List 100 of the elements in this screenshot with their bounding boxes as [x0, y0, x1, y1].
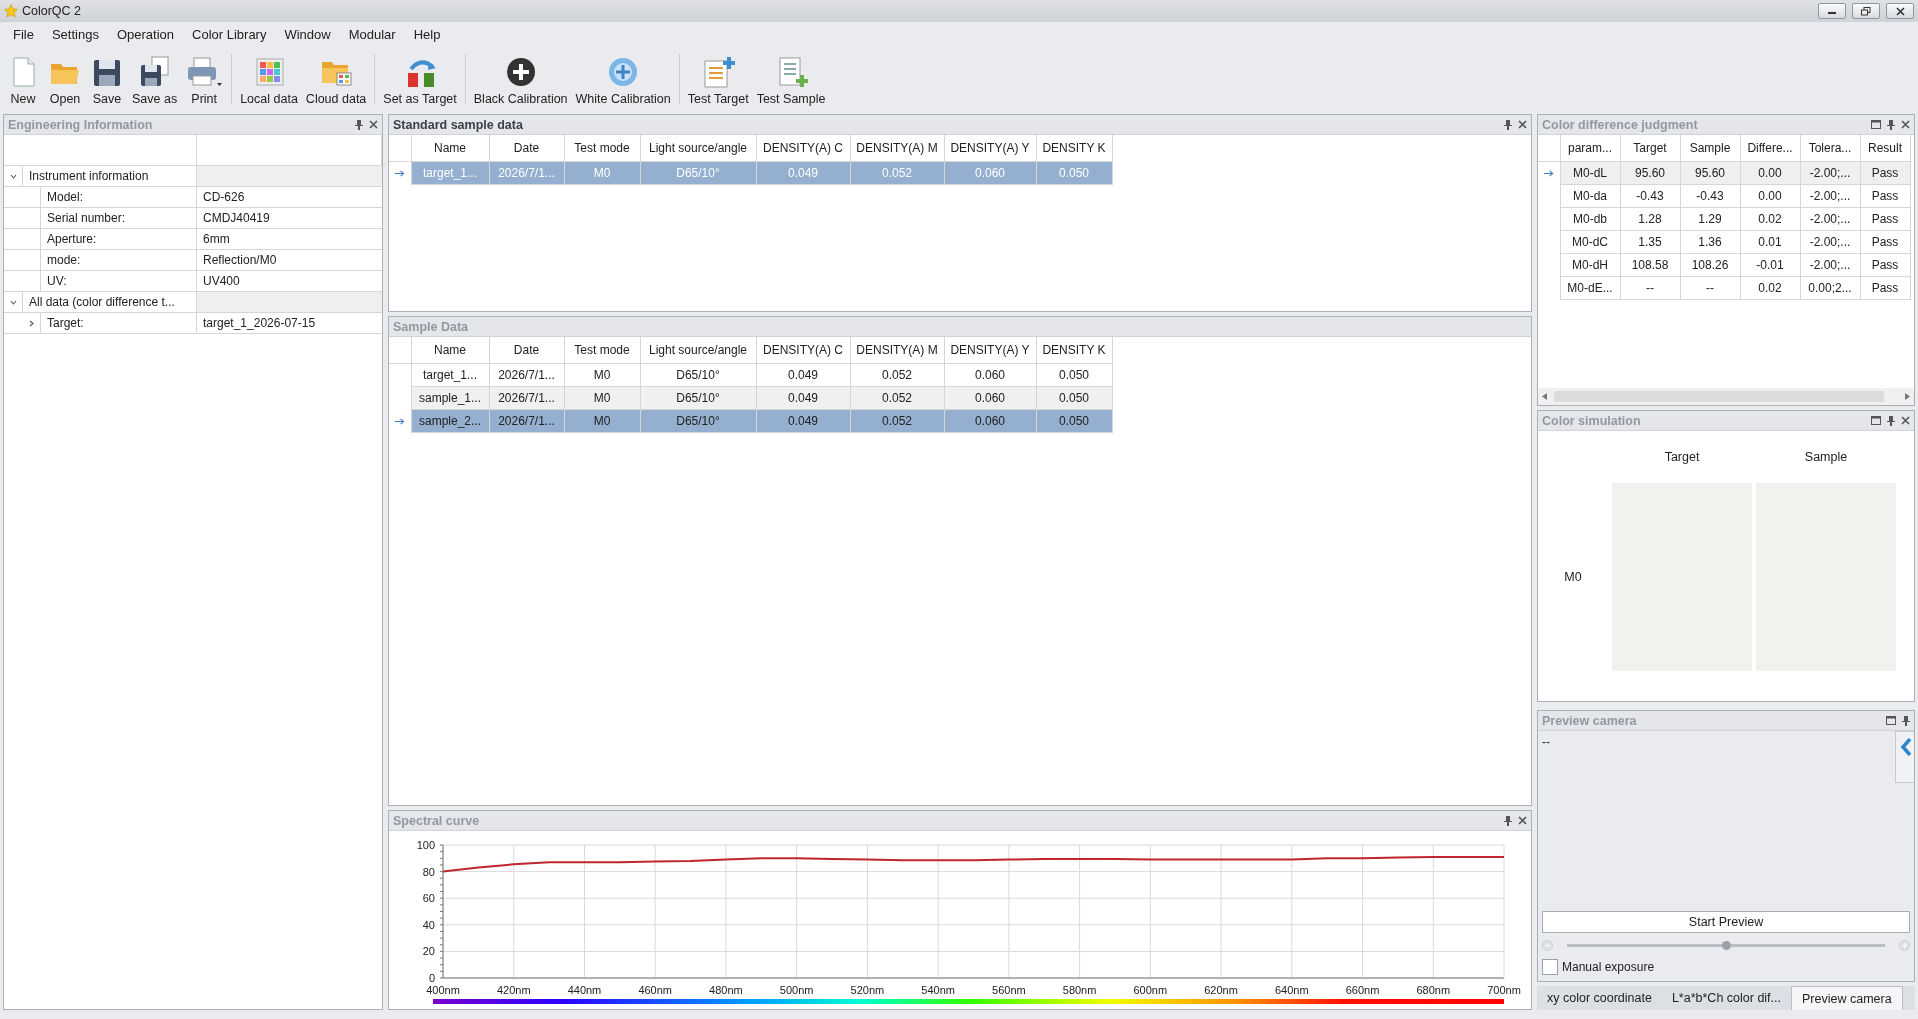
toolbar-button[interactable]: New [2, 46, 44, 112]
column-header[interactable]: Test mode [564, 135, 640, 162]
close-icon[interactable] [1901, 416, 1910, 425]
menu-item[interactable]: Window [275, 26, 340, 42]
scroll-right-icon[interactable] [1905, 393, 1910, 400]
pin-icon[interactable] [1504, 815, 1512, 826]
column-header[interactable]: DENSITY(A) C [756, 135, 850, 162]
column-header[interactable]: Date [489, 337, 564, 364]
tree-label[interactable]: mode: [40, 250, 196, 270]
checkbox[interactable] [1542, 959, 1558, 975]
row-label: M0 [1563, 569, 1583, 586]
column-header[interactable]: DENSITY(A) C [756, 337, 850, 364]
column-header[interactable]: DENSITY K [1036, 337, 1112, 364]
column-header[interactable]: Tolera... [1800, 135, 1860, 162]
toolbar-button[interactable]: Cloud data [301, 46, 371, 112]
table-cell: -0.01 [1740, 253, 1800, 277]
toolbar-button[interactable]: Test Sample [752, 46, 830, 112]
maximize-icon[interactable] [1886, 716, 1896, 725]
camera-status: -- [1542, 735, 1550, 749]
column-header[interactable]: Differe... [1740, 135, 1800, 162]
column-header[interactable]: Sample [1680, 135, 1740, 162]
pin-icon[interactable] [1902, 715, 1910, 726]
axis-label: 620nm [1204, 984, 1238, 996]
column-header[interactable]: DENSITY(A) Y [944, 337, 1036, 364]
tab[interactable]: L*a*b*Ch color dif... [1661, 986, 1791, 1010]
axis-label: 460nm [638, 984, 672, 996]
collapse-tab[interactable] [1895, 731, 1914, 783]
chevron-right-icon[interactable] [27, 319, 35, 327]
toolbar-button[interactable]: Test Target [683, 46, 753, 112]
tree-label[interactable]: Model: [40, 187, 196, 207]
menu-item[interactable]: Color Library [183, 26, 276, 42]
toolbar-button[interactable]: Print [181, 46, 228, 112]
column-header[interactable]: DENSITY(A) M [850, 135, 944, 162]
toolbar-button[interactable]: Save [86, 46, 128, 112]
menu-item[interactable]: Operation [107, 26, 184, 42]
menu-item[interactable]: File [4, 26, 43, 42]
column-header[interactable]: Result [1860, 135, 1910, 162]
chevron-down-icon[interactable] [9, 298, 17, 306]
toolbar-button[interactable]: Local data [236, 46, 302, 112]
pin-icon[interactable] [355, 119, 363, 130]
column-header[interactable]: DENSITY(A) M [850, 337, 944, 364]
pin-icon[interactable] [1887, 415, 1895, 426]
column-header[interactable]: Test mode [564, 337, 640, 364]
maximize-icon[interactable] [1871, 416, 1881, 425]
axis-label: 580nm [1062, 984, 1097, 996]
toolbar-button[interactable]: White Calibration [571, 46, 675, 112]
table-cell: 2026/7/1... [489, 363, 564, 387]
minimize-button[interactable] [1818, 3, 1846, 19]
table-cell: 0.00 [1740, 184, 1800, 208]
menu-item[interactable]: Modular [339, 26, 405, 42]
table-cell: 1.29 [1680, 207, 1740, 231]
close-icon[interactable] [369, 120, 378, 129]
property-value: CMDJ40419 [202, 210, 271, 227]
close-icon[interactable] [1901, 120, 1910, 129]
tree-label[interactable]: Target: [40, 313, 196, 333]
exposure-slider[interactable] [1567, 943, 1885, 947]
tree-label[interactable]: All data (color difference t... [22, 292, 196, 312]
close-button[interactable] [1886, 3, 1914, 19]
axis-label: 520nm [850, 984, 885, 996]
column-header[interactable]: Light source/angle [640, 337, 756, 364]
table-cell: D65/10° [640, 161, 756, 185]
toolbar-button[interactable]: Open [44, 46, 86, 112]
menu-item[interactable]: Help [404, 26, 450, 42]
column-header[interactable]: DENSITY(A) Y [944, 135, 1036, 162]
column-header[interactable]: Name [411, 337, 489, 364]
restore-button[interactable] [1852, 3, 1880, 19]
menu-item[interactable]: Settings [42, 26, 108, 42]
column-header[interactable]: Date [489, 135, 564, 162]
toolbar-button[interactable]: Save as [128, 46, 182, 112]
tab[interactable]: xy color coordinate [1537, 986, 1662, 1010]
axis-label: 20 [422, 945, 435, 958]
column-header[interactable]: param... [1560, 135, 1620, 162]
axis-label: 660nm [1345, 984, 1380, 996]
tree-label[interactable]: Serial number: [40, 208, 196, 228]
pin-icon[interactable] [1504, 119, 1512, 130]
close-icon[interactable] [1518, 816, 1527, 825]
printer-icon [185, 55, 224, 89]
toolbar-button[interactable]: Black Calibration [469, 46, 572, 112]
start-preview-button[interactable]: Start Preview [1542, 911, 1910, 933]
column-header[interactable]: Light source/angle [640, 135, 756, 162]
toolbar-button[interactable]: Set as Target [379, 46, 461, 112]
pin-icon[interactable] [1887, 119, 1895, 130]
column-header[interactable]: DENSITY K [1036, 135, 1112, 162]
table-cell: M0-dC [1560, 230, 1620, 254]
restore-icon [1861, 6, 1871, 16]
table-cell: 108.26 [1680, 253, 1740, 277]
chevron-down-icon[interactable] [9, 172, 17, 180]
tree-label[interactable]: Instrument information [22, 166, 196, 186]
tree-label[interactable]: UV: [40, 271, 196, 291]
row-pointer-icon [394, 418, 405, 425]
table-cell: 0.02 [1740, 276, 1800, 300]
column-header[interactable]: Target [1620, 135, 1680, 162]
maximize-icon[interactable] [1871, 120, 1881, 129]
horizontal-scrollbar[interactable] [1538, 388, 1914, 405]
table-cell: 0.049 [756, 363, 850, 387]
tab[interactable]: Preview camera [1791, 986, 1903, 1010]
scroll-left-icon[interactable] [1542, 393, 1547, 400]
column-header[interactable]: Name [411, 135, 489, 162]
close-icon[interactable] [1518, 120, 1527, 129]
tree-label[interactable]: Aperture: [40, 229, 196, 249]
